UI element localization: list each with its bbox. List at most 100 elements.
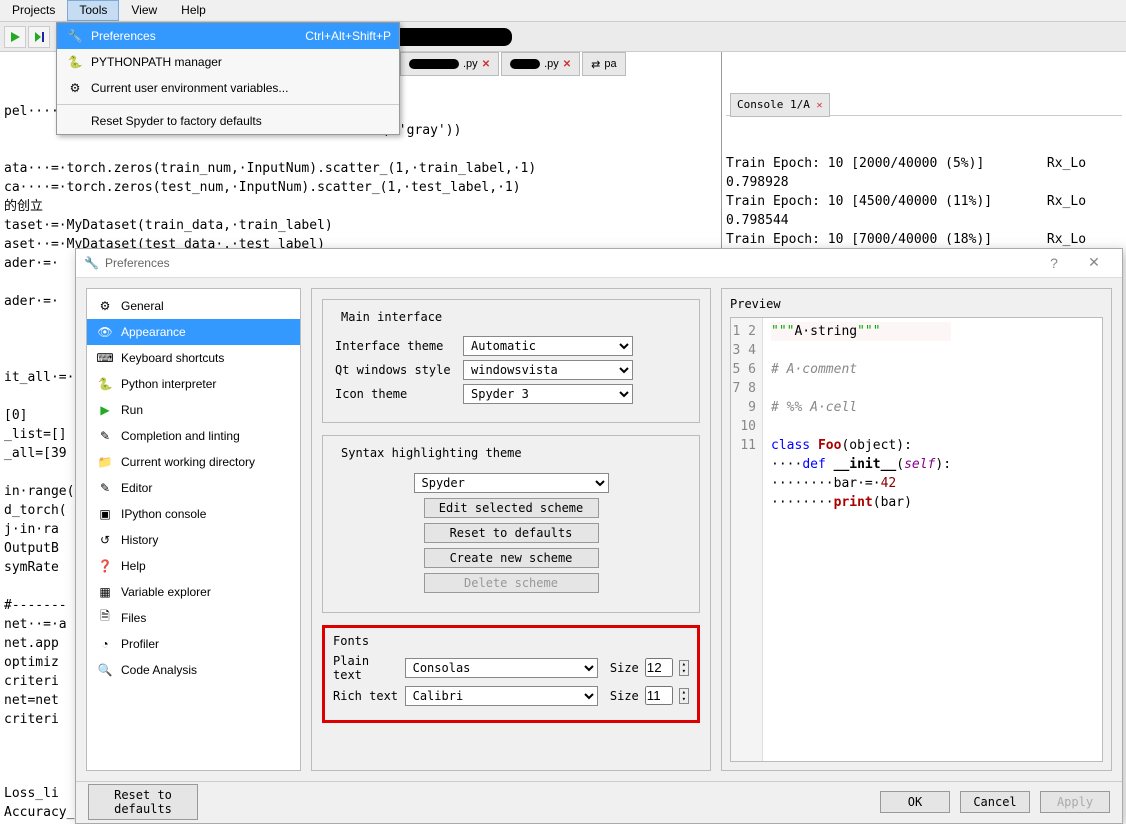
fonts-title: Fonts	[333, 634, 689, 648]
preview-panel: Preview 1 2 3 4 5 6 7 8 9 10 11 """A·str…	[721, 288, 1112, 771]
icon-theme-select[interactable]: Spyder 3	[463, 384, 633, 404]
ok-button[interactable]: OK	[880, 791, 950, 813]
menu-reset-spyder[interactable]: Reset Spyder to factory defaults	[57, 108, 399, 134]
fonts-group: Fonts Plain text Consolas Size ▴▾ Rich t…	[322, 625, 700, 723]
cat-code-analysis[interactable]: 🔍Code Analysis	[87, 657, 300, 683]
close-button[interactable]: ✕	[1074, 254, 1114, 271]
dialog-titlebar: 🔧 Preferences ? ✕	[76, 249, 1122, 278]
code-preview: 1 2 3 4 5 6 7 8 9 10 11 """A·string""" #…	[730, 317, 1103, 762]
menu-preferences-label: Preferences	[91, 29, 305, 43]
plain-font-select[interactable]: Consolas	[405, 658, 598, 678]
syntax-group: Syntax highlighting theme Spyder Edit se…	[322, 435, 700, 613]
dialog-footer: Reset to defaults OK Cancel Apply	[76, 781, 1122, 823]
preview-title: Preview	[730, 297, 1103, 311]
cat-editor[interactable]: ✎Editor	[87, 475, 300, 501]
rich-font-select[interactable]: Calibri	[405, 686, 598, 706]
close-icon[interactable]: ✕	[816, 100, 822, 111]
ipython-icon: ▣	[97, 506, 113, 522]
reset-defaults-button[interactable]: Reset to defaults	[88, 784, 198, 820]
help-icon: ❓	[97, 558, 113, 574]
cat-ipython[interactable]: ▣IPython console	[87, 501, 300, 527]
rich-size-spinner[interactable]: ▴▾	[679, 688, 689, 704]
keyboard-icon: ⌨	[97, 350, 113, 366]
help-button[interactable]: ?	[1034, 255, 1074, 271]
console-tabs: Console 1/A ✕	[726, 94, 1122, 116]
close-icon[interactable]: ✕	[563, 59, 571, 70]
cat-general[interactable]: ⚙General	[87, 293, 300, 319]
tools-dropdown: 🔧 Preferences Ctrl+Alt+Shift+P 🐍 PYTHONP…	[56, 22, 400, 135]
syntax-scheme-select[interactable]: Spyder	[414, 473, 609, 493]
cat-run[interactable]: ▶Run	[87, 397, 300, 423]
rich-size-input[interactable]	[645, 686, 673, 705]
cat-varexp[interactable]: ▦Variable explorer	[87, 579, 300, 605]
category-list: ⚙General 👁Appearance ⌨Keyboard shortcuts…	[86, 288, 301, 771]
menu-projects[interactable]: Projects	[0, 0, 67, 21]
editor-tabs: .py✕ .py✕ ⇄pa	[400, 52, 626, 76]
folder-icon: 📁	[97, 454, 113, 470]
cat-appearance[interactable]: 👁Appearance	[87, 319, 300, 345]
cat-cwd[interactable]: 📁Current working directory	[87, 449, 300, 475]
python-icon: 🐍	[65, 54, 85, 70]
cancel-button[interactable]: Cancel	[960, 791, 1030, 813]
cat-profiler[interactable]: ◔Profiler	[87, 631, 300, 657]
main-interface-group: Main interface Interface theme Automatic…	[322, 299, 700, 423]
console-tab[interactable]: Console 1/A ✕	[730, 93, 830, 117]
menu-preferences[interactable]: 🔧 Preferences Ctrl+Alt+Shift+P	[57, 23, 399, 49]
menu-separator	[57, 104, 399, 105]
cat-completion[interactable]: ✎Completion and linting	[87, 423, 300, 449]
menu-tools[interactable]: Tools	[67, 0, 119, 21]
varexp-icon: ▦	[97, 584, 113, 600]
cat-files[interactable]: 🗎Files	[87, 605, 300, 631]
env-icon: ⚙	[65, 80, 85, 96]
codean-icon: 🔍	[97, 662, 113, 678]
plain-size-input[interactable]	[645, 658, 673, 677]
close-icon[interactable]: ✕	[482, 59, 490, 70]
editor-tab[interactable]: .py✕	[501, 52, 580, 76]
menubar: Projects Tools View Help	[0, 0, 1126, 22]
run-icon: ▶	[97, 402, 113, 418]
menu-view[interactable]: View	[119, 0, 169, 21]
icon-theme-label: Icon theme	[335, 387, 455, 401]
apply-button: Apply	[1040, 791, 1110, 813]
cat-keyboard[interactable]: ⌨Keyboard shortcuts	[87, 345, 300, 371]
qt-style-select[interactable]: windowsvista	[463, 360, 633, 380]
menu-pythonpath[interactable]: 🐍 PYTHONPATH manager	[57, 49, 399, 75]
rich-text-label: Rich text	[333, 689, 399, 703]
delete-scheme-button: Delete scheme	[424, 573, 599, 593]
appearance-icon: 👁	[97, 324, 113, 340]
syntax-title: Syntax highlighting theme	[337, 446, 526, 460]
menu-help[interactable]: Help	[169, 0, 218, 21]
cat-python-interpreter[interactable]: 🐍Python interpreter	[87, 371, 300, 397]
menu-env-vars[interactable]: ⚙ Current user environment variables...	[57, 75, 399, 101]
preferences-dialog: 🔧 Preferences ? ✕ ⚙General 👁Appearance ⌨…	[75, 248, 1123, 824]
preview-gutter: 1 2 3 4 5 6 7 8 9 10 11	[731, 318, 763, 761]
profiler-icon: ◔	[97, 636, 113, 652]
reset-scheme-button[interactable]: Reset to defaults	[424, 523, 599, 543]
plain-text-label: Plain text	[333, 654, 399, 682]
preview-code: """A·string""" # A·comment # %% A·cell c…	[763, 318, 959, 761]
size-label: Size	[610, 689, 639, 703]
completion-icon: ✎	[97, 428, 113, 444]
python-icon: 🐍	[97, 376, 113, 392]
run-to-button[interactable]	[28, 26, 50, 48]
gear-icon: ⚙	[97, 298, 113, 314]
interface-theme-label: Interface theme	[335, 339, 455, 353]
wrench-icon: 🔧	[84, 256, 99, 270]
size-label: Size	[610, 661, 639, 675]
edit-scheme-button[interactable]: Edit selected scheme	[424, 498, 599, 518]
main-interface-title: Main interface	[337, 310, 446, 324]
editor-icon: ✎	[97, 480, 113, 496]
editor-tab[interactable]: .py✕	[400, 52, 499, 76]
files-icon: 🗎	[97, 610, 113, 626]
plain-size-spinner[interactable]: ▴▾	[679, 660, 689, 676]
run-button[interactable]	[4, 26, 26, 48]
cat-help[interactable]: ❓Help	[87, 553, 300, 579]
create-scheme-button[interactable]: Create new scheme	[424, 548, 599, 568]
cat-history[interactable]: ↺History	[87, 527, 300, 553]
settings-panel: Main interface Interface theme Automatic…	[311, 288, 711, 771]
wrench-icon: 🔧	[65, 28, 85, 44]
dialog-body: ⚙General 👁Appearance ⌨Keyboard shortcuts…	[76, 278, 1122, 781]
interface-theme-select[interactable]: Automatic	[463, 336, 633, 356]
dialog-title: Preferences	[105, 256, 1034, 270]
editor-tab[interactable]: ⇄pa	[582, 52, 625, 76]
